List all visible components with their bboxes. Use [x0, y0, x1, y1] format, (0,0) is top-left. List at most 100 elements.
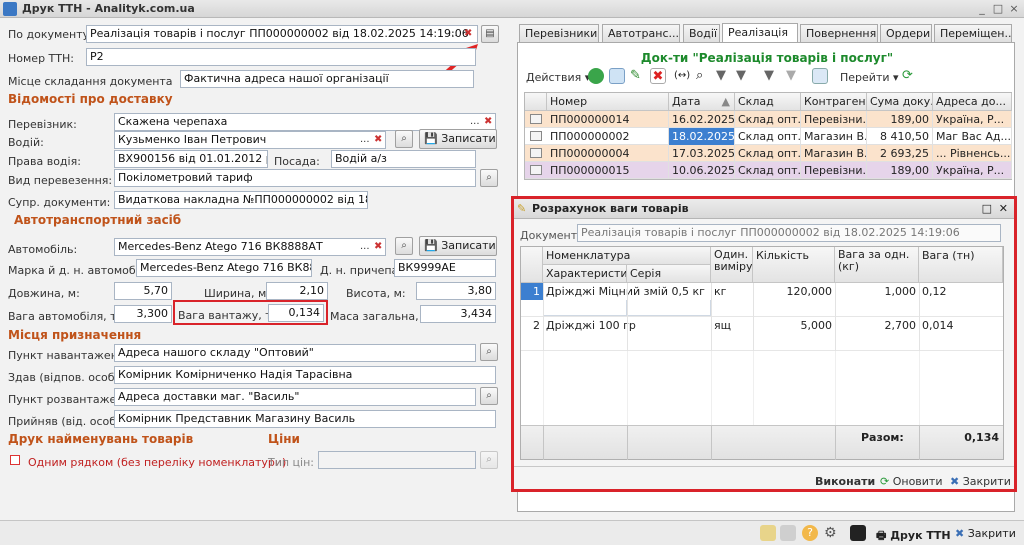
punkt-roz-field[interactable]: Адреса доставки маг. "Василь": [114, 388, 476, 406]
nomer-field[interactable]: Р2: [86, 48, 476, 66]
table-row[interactable]: ПП00000001416.02.2025 ...Склад опт...Пер…: [525, 111, 1012, 128]
search-icon[interactable]: ⌕: [480, 169, 498, 187]
header-kilkist[interactable]: Кількість: [753, 247, 835, 283]
close-dialog-icon[interactable]: ✕: [999, 199, 1008, 218]
filter-set-icon[interactable]: ▼: [736, 68, 752, 84]
goto-menu[interactable]: Перейти ▾: [840, 71, 899, 84]
find-icon[interactable]: ⌕: [696, 68, 712, 84]
header-vaga[interactable]: Вага (тн): [919, 247, 1003, 283]
misce-field[interactable]: Фактична адреса нашої організації: [180, 70, 474, 88]
select-dots-icon[interactable]: ...: [360, 133, 370, 147]
header-od[interactable]: Один. виміру: [711, 247, 753, 283]
header-characteristic[interactable]: Характеристи...: [543, 265, 627, 283]
avto-field[interactable]: Mercedes-Benz Atego 716 ВК8888АТ: [114, 238, 386, 256]
minimize-button[interactable]: _: [975, 2, 989, 16]
dark-icon[interactable]: [850, 525, 866, 541]
zapysaty-vodiy-button[interactable]: 💾 Записати: [419, 129, 497, 149]
seria-cell[interactable]: [627, 300, 711, 316]
header-nomer[interactable]: Номер: [547, 93, 669, 111]
header-vaga-od[interactable]: Вага за одн. (кг): [835, 247, 919, 283]
maximize-button[interactable]: □: [991, 2, 1005, 16]
post-icon[interactable]: (↔): [674, 68, 690, 84]
weight-calc-icon[interactable]: ▤: [481, 25, 499, 43]
clear-x-icon[interactable]: ✖: [374, 133, 382, 147]
actions-menu[interactable]: Действия ▾: [526, 71, 590, 84]
clear-x-icon[interactable]: ✖: [464, 27, 472, 41]
add-icon[interactable]: [588, 68, 604, 84]
druk-ttn-button[interactable]: 🖶 Друк ТТН: [876, 527, 951, 545]
zdav-field[interactable]: Комірник Комірниченко Надія Тарасівна: [114, 366, 496, 384]
marka-field[interactable]: Mercedes-Benz Atego 716 ВК8888АТ: [136, 259, 312, 277]
table-row[interactable]: ПП00000000417.03.2025 ...Склад опт...Маг…: [525, 145, 1012, 162]
prychep-field[interactable]: ВК9999АЕ: [394, 259, 496, 277]
odnym-checkbox[interactable]: [10, 455, 20, 465]
zakryty-main-button[interactable]: ✖ Закрити: [955, 527, 1016, 540]
header-suma[interactable]: Сума доку...: [867, 93, 933, 111]
select-dots-icon[interactable]: ...: [470, 115, 480, 129]
print-settings-icon[interactable]: [812, 68, 828, 84]
table-row[interactable]: ПП00000000218.02.2025 ...Склад опт...Маг…: [525, 128, 1012, 145]
vodiy-field[interactable]: Кузьменко Іван Петрович: [114, 131, 386, 149]
filter-icon[interactable]: ▼: [716, 68, 732, 84]
search-icon[interactable]: ⌕: [480, 451, 498, 469]
search-icon[interactable]: ⌕: [395, 237, 413, 255]
tab-ordery[interactable]: Ордери: [880, 24, 932, 43]
maximize-dialog-icon[interactable]: □: [982, 199, 992, 218]
filter-list-icon[interactable]: ▼: [764, 68, 780, 84]
posada-field[interactable]: Водій а/з: [331, 150, 476, 168]
vykonaty-button[interactable]: Виконати: [815, 475, 875, 488]
help-icon[interactable]: ?: [802, 525, 818, 541]
tab-vodii[interactable]: Водії: [683, 24, 720, 43]
punkt-nav-field[interactable]: Адреса нашого складу "Оптовий": [114, 344, 476, 362]
gear-icon[interactable]: ⚙: [824, 525, 840, 541]
header-kontragent[interactable]: Контрагент: [801, 93, 867, 111]
pryynyav-field[interactable]: Комірник Представник Магазину Василь: [114, 410, 496, 428]
masa-field[interactable]: 3,434: [420, 305, 496, 323]
header-seria[interactable]: Серія: [627, 265, 711, 283]
shyryna-field[interactable]: 2,10: [266, 282, 328, 300]
typ-field[interactable]: [318, 451, 476, 469]
doc-field[interactable]: Реалізація товарів і послуг ПП000000002 …: [577, 224, 1001, 242]
supr-field[interactable]: Видаткова накладна №ПП000000002 від 18.0…: [114, 191, 368, 209]
search-icon[interactable]: ⌕: [395, 130, 413, 148]
delete-icon[interactable]: ✖: [650, 68, 666, 84]
zakryty-dialog-button[interactable]: ✖ Закрити: [950, 475, 1011, 488]
table-row[interactable]: 1 Дріжджі Міцний змій 0,5 кг кг 120,000 1,00…: [521, 283, 1003, 317]
search-icon[interactable]: ⌕: [480, 343, 498, 361]
po-dokumentu-field[interactable]: Реалізація товарів і послуг ПП000000002 …: [86, 25, 478, 43]
shyryna-label: Ширина, м:: [204, 287, 270, 300]
table-row[interactable]: 2 Дріжджі 100 гр ящ 5,000 2,700 0,014: [521, 317, 1003, 351]
edit-icon[interactable]: ✎: [630, 68, 646, 84]
header-adresa[interactable]: Адреса до...: [933, 93, 1012, 111]
filter-clear-icon[interactable]: ▼: [786, 68, 802, 84]
dovzhyna-field[interactable]: 5,70: [114, 282, 172, 300]
close-window-button[interactable]: ×: [1007, 2, 1021, 16]
vaga-avto-field[interactable]: 3,300: [114, 305, 172, 323]
tab-povernennya[interactable]: Повернення: [800, 24, 878, 43]
characteristic-cell[interactable]: [543, 300, 627, 316]
clear-x-icon[interactable]: ✖: [484, 115, 492, 129]
refresh-icon[interactable]: ⟳: [902, 68, 918, 84]
copy-icon[interactable]: [609, 68, 625, 84]
vysota-field[interactable]: 3,80: [416, 282, 496, 300]
search-icon[interactable]: ⌕: [480, 387, 498, 405]
header-data[interactable]: Дата ▲: [669, 93, 735, 111]
header-sklad[interactable]: Склад: [735, 93, 801, 111]
tab-peremishchennya[interactable]: Переміщен...: [934, 24, 1012, 43]
header-nomenklatura[interactable]: Номенклатура: [543, 247, 711, 265]
tab-avtotrans[interactable]: Автотранс...: [602, 24, 680, 43]
onovyty-button[interactable]: ⟳ Оновити: [880, 475, 943, 488]
clear-x-icon[interactable]: ✖: [374, 240, 382, 254]
window-title: Друк ТТН - Analityk.com.ua: [22, 2, 195, 15]
tab-perevoznyky[interactable]: Перевізники: [519, 24, 599, 43]
document-icon[interactable]: [760, 525, 776, 541]
select-dots-icon[interactable]: ...: [360, 240, 370, 254]
tab-realizatsiya[interactable]: Реалізація: [722, 23, 798, 43]
vyd-field[interactable]: Покілометровий тариф: [114, 169, 476, 187]
select-dots-icon[interactable]: ...: [448, 27, 458, 41]
copy-doc-icon[interactable]: [780, 525, 796, 541]
vaga-vant-field[interactable]: 0,134: [268, 304, 324, 322]
zapysaty-avto-button[interactable]: 💾 Записати: [419, 236, 497, 256]
prava-field[interactable]: ВХ900156 від 01.01.2012 року: [114, 150, 268, 168]
table-row[interactable]: ПП00000001510.06.2025 ...Склад опт...Пер…: [525, 162, 1012, 179]
